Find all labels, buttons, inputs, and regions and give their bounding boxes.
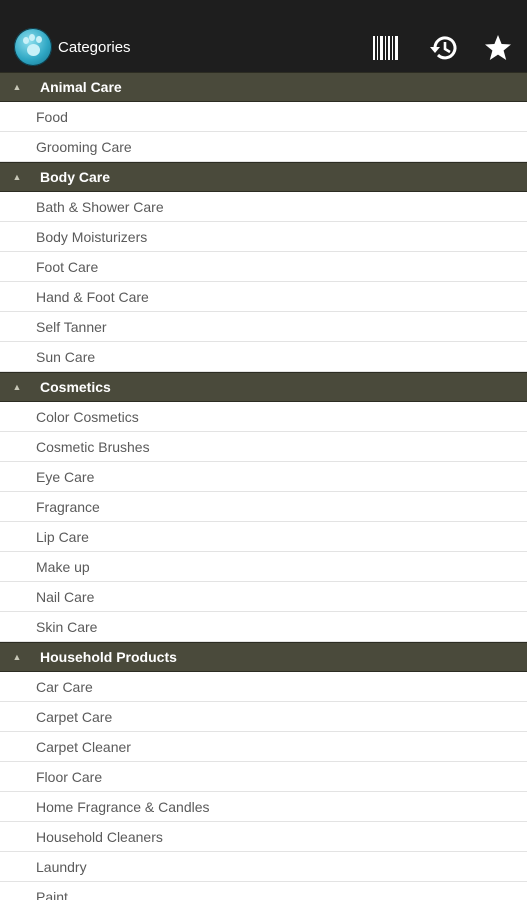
section-title: Animal Care <box>40 79 122 95</box>
paw-logo-icon[interactable] <box>14 28 52 66</box>
list-item[interactable]: Paint <box>0 882 527 900</box>
barcode-scan-button[interactable] <box>366 28 406 68</box>
list-item[interactable]: Grooming Care <box>0 132 527 162</box>
list-item[interactable]: Nail Care <box>0 582 527 612</box>
history-button[interactable] <box>424 28 464 68</box>
section-title: Cosmetics <box>40 379 111 395</box>
list-item[interactable]: Make up <box>0 552 527 582</box>
list-item[interactable]: Skin Care <box>0 612 527 642</box>
list-item[interactable]: Household Cleaners <box>0 822 527 852</box>
list-item[interactable]: Sun Care <box>0 342 527 372</box>
list-item[interactable]: Home Fragrance & Candles <box>0 792 527 822</box>
list-item[interactable]: Eye Care <box>0 462 527 492</box>
collapse-icon: ▲ <box>12 82 22 92</box>
section-title: Body Care <box>40 169 111 185</box>
section-header[interactable]: ▲ Body Care <box>0 162 527 192</box>
section-header[interactable]: ▲ Household Products <box>0 642 527 672</box>
list-item[interactable]: Fragrance <box>0 492 527 522</box>
list-item[interactable]: Foot Care <box>0 252 527 282</box>
list-item[interactable]: Color Cosmetics <box>0 402 527 432</box>
history-icon <box>430 36 457 60</box>
list-item[interactable]: Carpet Care <box>0 702 527 732</box>
list-item[interactable]: Self Tanner <box>0 312 527 342</box>
list-item[interactable]: Lip Care <box>0 522 527 552</box>
list-item[interactable]: Laundry <box>0 852 527 882</box>
list-item[interactable]: Hand & Foot Care <box>0 282 527 312</box>
list-item[interactable]: Body Moisturizers <box>0 222 527 252</box>
barcode-icon <box>373 36 398 60</box>
collapse-icon: ▲ <box>12 382 22 392</box>
collapse-icon: ▲ <box>12 652 22 662</box>
page-title: Categories <box>58 39 131 56</box>
collapse-icon: ▲ <box>12 172 22 182</box>
list-item[interactable]: Carpet Cleaner <box>0 732 527 762</box>
section-title: Household Products <box>40 649 177 665</box>
favorites-button[interactable] <box>478 28 518 68</box>
category-list: ▲ Animal Care Food Grooming Care ▲ Body Care B… <box>0 72 527 900</box>
list-item[interactable]: Floor Care <box>0 762 527 792</box>
list-item[interactable]: Food <box>0 102 527 132</box>
section-header[interactable]: ▲ Cosmetics <box>0 372 527 402</box>
list-item[interactable]: Car Care <box>0 672 527 702</box>
list-item[interactable]: Cosmetic Brushes <box>0 432 527 462</box>
list-item[interactable]: Bath & Shower Care <box>0 192 527 222</box>
section-header[interactable]: ▲ Animal Care <box>0 72 527 102</box>
star-icon <box>485 35 511 60</box>
status-bar <box>0 0 527 24</box>
action-bar: Categories <box>0 24 527 72</box>
